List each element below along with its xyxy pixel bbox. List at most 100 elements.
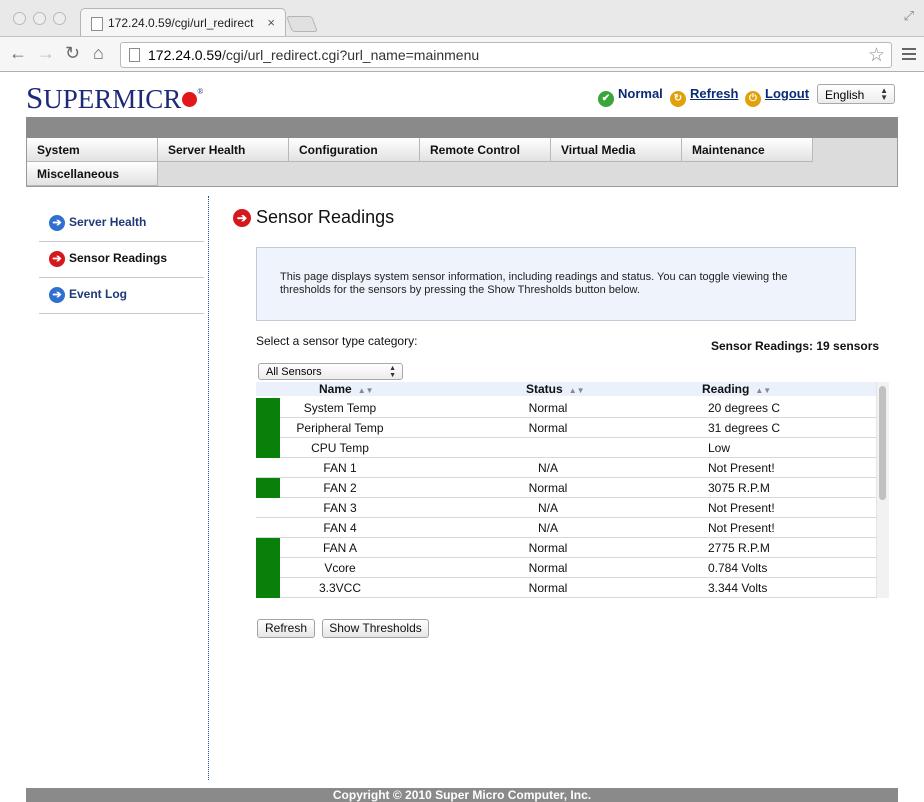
status-indicator [256, 478, 280, 498]
table-header: Name ▲▼ Status ▲▼ Reading ▲▼ [256, 382, 876, 396]
sensor-name: FAN 4 [323, 521, 357, 535]
sensor-name: Vcore [324, 561, 356, 575]
tab-title: 172.24.0.59/cgi/url_redirect [108, 16, 254, 30]
status-indicator [256, 458, 280, 478]
browser-toolbar: ← → ↻ ⌂ 172.24.0.59/cgi/url_redirect.cgi… [0, 36, 924, 72]
sensor-reading: Not Present! [708, 461, 775, 475]
status-indicator [256, 398, 280, 418]
menu-server-health[interactable]: Server Health [158, 138, 289, 162]
page-title: Sensor Readings [256, 207, 395, 227]
window-close-icon[interactable] [13, 12, 26, 25]
sensor-table: Name ▲▼ Status ▲▼ Reading ▲▼ System Temp Nor… [256, 382, 889, 598]
fullscreen-icon[interactable]: ⤢ [904, 8, 914, 24]
sidebar-item-sensor-readings[interactable]: ➔ Sensor Readings [39, 242, 204, 278]
arrow-right-icon: ➔ [49, 287, 65, 303]
sort-icon: ▲▼ [357, 386, 374, 395]
forward-icon[interactable]: → [37, 43, 55, 63]
status-indicator [256, 558, 280, 578]
sensor-category-select[interactable]: All Sensors ▲ ▼ [258, 363, 403, 380]
logout-link[interactable]: ⏻ Logout [745, 85, 809, 107]
arrow-right-icon: ➔ [233, 209, 251, 227]
page-icon [129, 48, 140, 62]
language-select[interactable]: English ▲ ▼ [817, 84, 895, 104]
sensor-name: FAN A [322, 541, 357, 555]
status-indicator [256, 518, 280, 538]
sensor-status: Normal [528, 421, 568, 435]
menu-system[interactable]: System [27, 138, 158, 162]
new-tab-button[interactable] [286, 16, 318, 32]
table-row: 3.3VCC Normal 3.344 Volts [256, 578, 876, 598]
sensor-name: FAN 1 [323, 461, 357, 475]
menu-configuration[interactable]: Configuration [289, 138, 420, 162]
table-row: FAN 4 N/A Not Present! [256, 518, 876, 538]
sort-icon: ▲▼ [755, 386, 772, 395]
arrow-right-icon: ➔ [49, 251, 65, 267]
main-menu: System Server Health Configuration Remot… [26, 138, 898, 187]
sensor-status: Normal [528, 401, 568, 415]
sensor-status: Normal [528, 561, 568, 575]
back-icon[interactable]: ← [9, 43, 27, 63]
tab-close-icon[interactable]: × [267, 15, 275, 30]
refresh-button[interactable]: Refresh [257, 619, 315, 638]
table-row: CPU Temp Low [256, 438, 876, 458]
info-box: This page displays system sensor informa… [256, 247, 856, 321]
status-indicator [256, 418, 280, 438]
reload-icon[interactable]: ↻ [65, 43, 80, 63]
sensor-status: N/A [537, 501, 558, 515]
refresh-icon: ↻ [670, 91, 686, 107]
column-name[interactable]: Name ▲▼ [319, 382, 374, 398]
sensor-reading: 2775 R.P.M [708, 541, 770, 555]
sensor-status: Normal [528, 481, 568, 495]
home-icon[interactable]: ⌂ [93, 43, 104, 63]
sensor-name: Peripheral Temp [296, 421, 384, 435]
sensor-reading: Low [708, 441, 731, 455]
menu-miscellaneous[interactable]: Miscellaneous [27, 162, 158, 186]
checkmark-icon: ✔ [598, 91, 614, 107]
sensor-status: N/A [537, 521, 558, 535]
sensor-status: Normal [528, 541, 568, 555]
status-indicator [256, 438, 280, 458]
info-text: This page displays system sensor informa… [280, 271, 788, 296]
browser-tab[interactable]: 172.24.0.59/cgi/url_redirect × [80, 8, 286, 36]
logout-icon: ⏻ [745, 91, 761, 107]
table-row: System Temp Normal 20 degrees C [256, 398, 876, 418]
menu-maintenance[interactable]: Maintenance [682, 138, 813, 162]
show-thresholds-button[interactable]: Show Thresholds [322, 619, 429, 638]
chrome-menu-icon[interactable] [902, 48, 916, 63]
window-minimize-icon[interactable] [33, 12, 46, 25]
window-zoom-icon[interactable] [53, 12, 66, 25]
header-bar [26, 117, 898, 138]
column-status[interactable]: Status ▲▼ [526, 382, 585, 398]
sidebar-item-server-health[interactable]: ➔ Server Health [39, 206, 204, 242]
select-arrows-icon: ▲ ▼ [880, 86, 888, 102]
table-row: FAN 1 N/A Not Present! [256, 458, 876, 478]
status-indicator [256, 498, 280, 518]
sidebar-item-event-log[interactable]: ➔ Event Log [39, 278, 204, 314]
address-bar[interactable]: 172.24.0.59/cgi/url_redirect.cgi?url_nam… [120, 42, 892, 68]
sensor-name: System Temp [303, 401, 377, 415]
table-row: Peripheral Temp Normal 31 degrees C [256, 418, 876, 438]
status-indicator [256, 578, 280, 598]
sensor-reading: Not Present! [708, 501, 775, 515]
sensor-status: N/A [537, 461, 558, 475]
system-status: ✔ Normal [598, 85, 663, 107]
category-label: Select a sensor type category: [256, 334, 418, 348]
sensor-reading: 3075 R.P.M [708, 481, 770, 495]
sensor-reading: 31 degrees C [708, 421, 781, 435]
refresh-link[interactable]: ↻ Refresh [670, 85, 738, 107]
table-row: FAN 2 Normal 3075 R.P.M [256, 478, 876, 498]
sensor-name: FAN 3 [323, 501, 357, 515]
select-arrows-icon: ▲ ▼ [389, 365, 396, 379]
table-row: Vcore Normal 0.784 Volts [256, 558, 876, 578]
footer-copyright: Copyright © 2010 Super Micro Computer, I… [26, 788, 898, 802]
column-reading[interactable]: Reading ▲▼ [702, 382, 771, 398]
sensor-reading: 3.344 Volts [708, 581, 768, 595]
status-indicator [256, 538, 280, 558]
menu-remote-control[interactable]: Remote Control [420, 138, 551, 162]
address-url[interactable]: 172.24.0.59/cgi/url_redirect.cgi?url_nam… [148, 47, 479, 63]
table-row: FAN 3 N/A Not Present! [256, 498, 876, 518]
bookmark-star-icon[interactable]: ☆ [868, 44, 885, 67]
sidebar-divider [208, 196, 209, 780]
menu-virtual-media[interactable]: Virtual Media [551, 138, 682, 162]
scrollbar-thumb[interactable] [879, 386, 886, 500]
